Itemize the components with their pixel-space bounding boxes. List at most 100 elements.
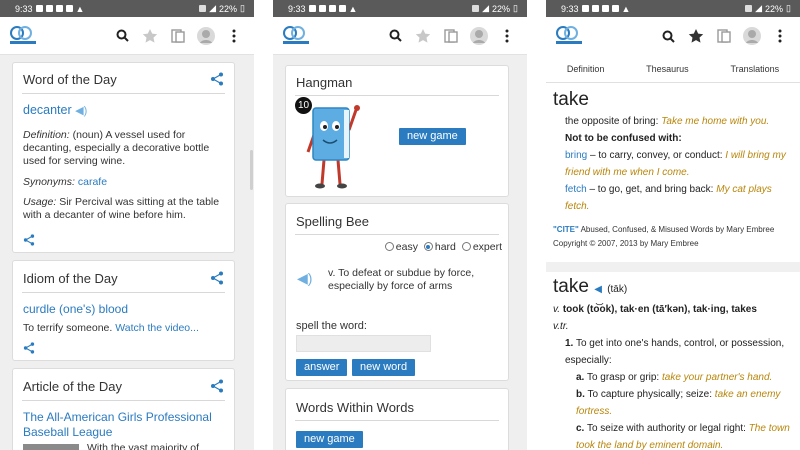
answer-button[interactable]: answer [296,359,348,376]
flashcards-icon[interactable] [166,24,190,48]
battery-icon: ▯ [513,3,518,13]
signal-icon: ◢ [482,3,490,13]
hangman-card: Hangman 10 new game [285,65,509,197]
spell-prompt: spell the word: [296,320,367,332]
flashcards-icon[interactable] [712,24,736,48]
notification-icon: ▲ [348,3,358,14]
wiw-new-game-button[interactable]: new game [296,431,363,448]
fetch-link[interactable]: fetch [565,184,587,195]
search-icon[interactable] [110,24,134,48]
app-logo[interactable] [8,25,38,47]
bring-link[interactable]: bring [565,150,587,161]
share-icon[interactable] [210,271,224,285]
watch-video-link[interactable]: Watch the video... [115,322,199,334]
battery-text: 22% [765,3,784,14]
word-of-the-day-card: Word of the Day decanter ◀) Definition: … [12,62,235,253]
article-thumbnail[interactable] [23,444,79,450]
signal-icon: ◢ [209,3,217,13]
spelling-bee-card: Spelling Bee easy hard expert ◀) v. To d… [285,203,509,381]
status-bar: 9:33 ▲ ◢ 22% ▯ [273,0,527,17]
app-bar [273,17,527,55]
words-within-words-card: Words Within Words new game [285,388,509,450]
card-title: Hangman [296,75,353,90]
citation: "CITE" Abused, Confused, & Misused Words… [553,225,775,248]
app-bar [546,17,800,55]
avatar-icon[interactable] [740,24,764,48]
difficulty-hard[interactable]: hard [423,241,456,253]
flashcards-icon[interactable] [439,24,463,48]
card-title: Article of the Day [23,379,122,394]
screen-games: 9:33 ▲ ◢ 22% ▯ Hangman 10 new game Spell… [273,0,527,450]
speaker-icon: ◀) [75,105,88,117]
app-logo[interactable] [554,25,584,47]
more-menu-icon[interactable] [222,24,246,48]
more-menu-icon[interactable] [495,24,519,48]
sense-1b: b. To capture physically; seize: take an… [576,389,781,417]
headword: take ◀ (tāk) [553,276,628,297]
tab-bar: Definition Thesaurus Translations [546,56,800,83]
spelling-input[interactable] [296,335,431,352]
usage-note: the opposite of bring: Take me home with… [565,116,786,212]
difficulty-expert[interactable]: expert [461,241,502,253]
star-icon[interactable] [684,24,708,48]
part-of-speech: v.tr. [553,321,569,332]
card-title: Word of the Day [23,72,117,87]
tab-definition[interactable]: Definition [567,64,605,74]
difficulty-options: easy hard expert [384,241,502,253]
tab-thesaurus[interactable]: Thesaurus [646,64,689,74]
cite-link[interactable]: "CITE" [553,225,579,234]
star-icon[interactable] [411,24,435,48]
article-headline-link[interactable]: The All-American Girls Professional Base… [23,410,223,440]
screen-home: 9:33 ▲ ◢ 22% ▯ Word of the Day decanter ◀) … [0,0,254,450]
status-time: 9:33 [288,3,306,14]
card-title: Spelling Bee [296,214,369,229]
spelling-definition: v. To defeat or subdue by force, especia… [328,267,475,292]
more-menu-icon[interactable] [768,24,792,48]
speaker-icon[interactable]: ◀) [297,270,312,287]
app-logo[interactable] [281,25,311,47]
notification-icon: ▲ [621,3,631,14]
status-time: 9:33 [15,3,33,14]
sense-1c: c. To seize with authority or legal righ… [576,423,790,450]
avatar-icon[interactable] [467,24,491,48]
sense-1: 1. To get into one's hands, control, or … [565,338,785,366]
star-icon[interactable] [138,24,162,48]
card-title: Words Within Words [296,400,414,415]
status-time: 9:33 [561,3,579,14]
synonym-link[interactable]: carafe [78,176,107,188]
avatar-icon[interactable] [194,24,218,48]
usage-text: Usage: Sir Percival was sitting at the t… [23,196,220,221]
status-bar: 9:33 ▲ ◢ 22% ▯ [546,0,800,17]
scrollbar[interactable] [250,150,253,190]
article-of-the-day-card: Article of the Day The All-American Girl… [12,368,235,450]
synonyms-row: Synonyms: carafe [23,176,108,188]
hangman-new-game-button[interactable]: new game [399,128,466,145]
new-word-button[interactable]: new word [352,359,416,376]
tab-translations[interactable]: Translations [730,64,779,74]
idiom-link[interactable]: curdle (one's) blood [23,302,128,316]
share-icon[interactable] [23,234,35,246]
speaker-icon[interactable]: ◀ [594,284,602,295]
battery-text: 22% [219,3,238,14]
word-link[interactable]: decanter ◀) [23,103,87,117]
app-bar [0,17,254,55]
headword: take [553,89,589,110]
inflections: v. took (to͝ok), tak·en (tā′kən), tak·in… [553,304,757,315]
idiom-of-the-day-card: Idiom of the Day curdle (one's) blood To… [12,260,235,361]
status-bar: 9:33 ▲ ◢ 22% ▯ [0,0,254,17]
hangman-book-character-icon [306,105,360,189]
battery-icon: ▯ [240,3,245,13]
section-divider [546,262,800,272]
share-icon[interactable] [210,379,224,393]
battery-icon: ▯ [786,3,791,13]
definition-text: Definition: (noun) A vessel used for dec… [23,129,210,167]
share-icon[interactable] [210,72,224,86]
notification-icon: ▲ [75,3,85,14]
screen-definition: 9:33 ▲ ◢ 22% ▯ Definition Thesaurus Transla… [546,0,800,450]
difficulty-easy[interactable]: easy [384,241,418,253]
search-icon[interactable] [383,24,407,48]
idiom-meaning: To terrify someone. Watch the video... [23,322,199,334]
search-icon[interactable] [656,24,680,48]
sense-1a: a. To grasp or grip: take your partner's… [576,372,773,383]
share-icon[interactable] [23,342,35,354]
